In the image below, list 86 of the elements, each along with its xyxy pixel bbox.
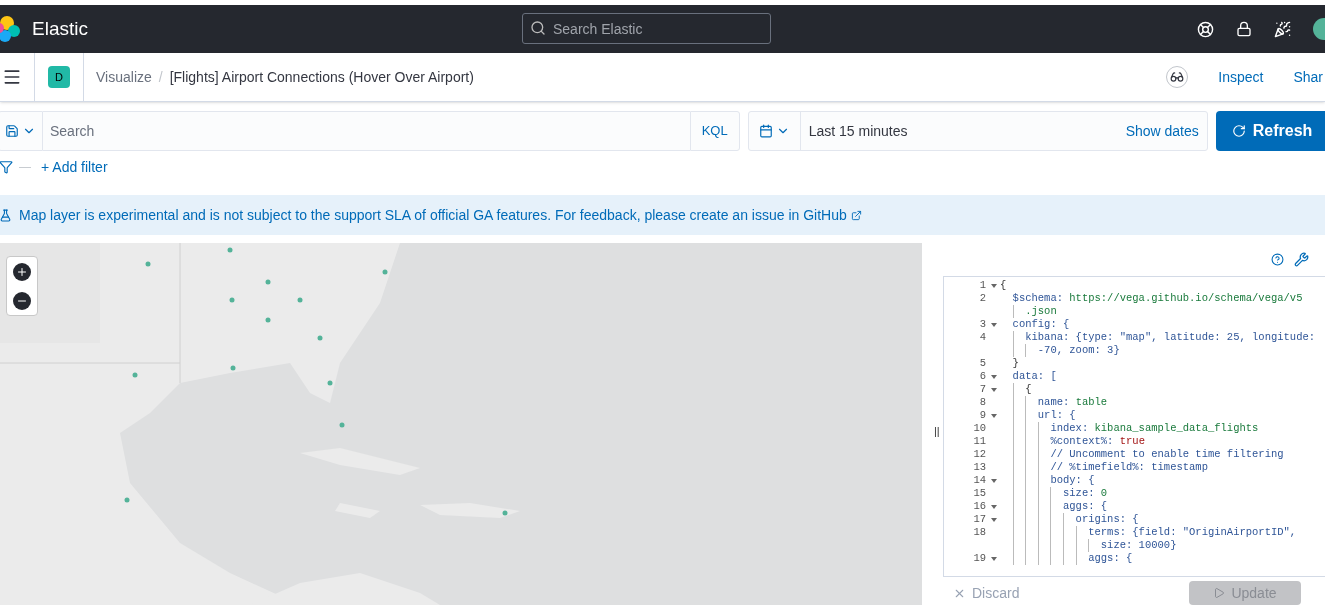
code-text: { — [1024, 383, 1032, 395]
code-text: terms: {field: "OriginAirportID", — [1087, 526, 1297, 538]
search-icon — [530, 20, 546, 36]
line-number: 14 — [973, 474, 986, 487]
resize-handle[interactable]: || — [934, 423, 940, 440]
line-number: 19 — [973, 552, 986, 565]
code-editor[interactable] — [943, 276, 1325, 577]
show-dates-link[interactable]: Show dates — [1125, 120, 1199, 142]
breadcrumb-item[interactable]: Visualize — [96, 66, 152, 88]
breadcrumb-separator: / — [158, 67, 163, 87]
filter-separator: — — [19, 159, 31, 176]
code-text: $schema: https://vega.github.io/schema/vega/v5 — [1011, 292, 1303, 304]
filter-icon[interactable] — [0, 160, 13, 174]
line-number: 2 — [979, 292, 986, 305]
lock-icon[interactable] — [1236, 21, 1252, 37]
space-avatar[interactable]: D — [48, 66, 70, 88]
code-text: aggs: { — [1062, 500, 1108, 512]
callout-text: Map layer is experimental and is not subject to the support SLA of official GA features. For feedback, please create an issue in GitHub — [19, 205, 847, 225]
search-input[interactable]: Search — [43, 111, 690, 151]
line-number: 11 — [973, 435, 986, 448]
add-filter-button[interactable]: + Add filter — [41, 156, 108, 178]
code-text: -70, zoom: 3} — [1036, 344, 1120, 356]
code-text: config: { — [1011, 318, 1070, 330]
code-text: } — [1011, 357, 1019, 369]
fold-caret-icon[interactable] — [991, 478, 997, 483]
menu-link[interactable]: Shar — [1293, 66, 1323, 88]
zoom-in-button[interactable] — [13, 262, 31, 281]
code-text: body: { — [1049, 474, 1095, 486]
refresh-icon — [1231, 124, 1246, 138]
time-range[interactable]: Last 15 minutes — [800, 120, 916, 142]
line-number: 8 — [979, 396, 986, 409]
menu-link[interactable]: Inspect — [1218, 66, 1264, 88]
line-number: 17 — [973, 513, 986, 526]
newsfeed-icon[interactable] — [1274, 20, 1291, 38]
zoom-out-button[interactable] — [13, 291, 31, 310]
wrench-icon[interactable] — [1294, 252, 1309, 267]
save-icon — [5, 124, 19, 138]
external-link-icon[interactable] — [850, 209, 862, 221]
code-text: aggs: { — [1087, 552, 1133, 564]
brand-name[interactable]: Elastic — [32, 14, 88, 44]
code-text: size: 10000} — [1099, 539, 1177, 551]
saved-query-button[interactable] — [0, 111, 43, 151]
fold-caret-icon[interactable] — [991, 283, 997, 288]
menu-icon[interactable] — [2, 67, 22, 87]
logo-icon — [0, 14, 22, 44]
line-number: 1 — [979, 279, 986, 292]
refresh-button[interactable]: Refresh — [1215, 111, 1325, 151]
fold-caret-icon[interactable] — [991, 387, 997, 392]
code-text: url: { — [1036, 409, 1076, 421]
line-number: 10 — [973, 422, 986, 435]
play-icon — [1213, 587, 1226, 599]
line-number: 15 — [973, 487, 986, 500]
language-button[interactable]: KQL — [689, 111, 740, 151]
line-number: 9 — [979, 409, 986, 422]
code-text: name: table — [1036, 396, 1108, 408]
code-text: .json — [1024, 305, 1057, 317]
fold-caret-icon[interactable] — [991, 322, 997, 327]
line-number: 3 — [979, 318, 986, 331]
fold-caret-icon[interactable] — [991, 517, 997, 522]
breadcrumb-item: [Flights] Airport Connections (Hover Over Airport) — [169, 67, 474, 87]
line-number: 4 — [979, 331, 986, 344]
code-text: kibana: {type: "map", latitude: 25, longitude: — [1024, 331, 1316, 343]
line-number: 12 — [973, 448, 986, 461]
code-text: data: [ — [1011, 370, 1057, 382]
code-text: // Uncomment to enable time filtering — [1049, 448, 1284, 460]
plus-icon — [16, 265, 28, 278]
line-number: 6 — [979, 370, 986, 383]
fold-caret-icon[interactable] — [991, 556, 997, 561]
line-number: 13 — [973, 461, 986, 474]
code-text: { — [1000, 279, 1007, 291]
line-number: 16 — [973, 500, 986, 513]
line-number: 18 — [973, 526, 986, 539]
code-text: %context%: true — [1049, 435, 1145, 447]
line-number: 5 — [979, 357, 986, 370]
code-text: index: kibana_sample_data_flights — [1049, 422, 1259, 434]
flask-icon — [0, 208, 12, 222]
line-number: 7 — [979, 383, 986, 396]
fold-caret-icon[interactable] — [991, 413, 997, 418]
fold-caret-icon[interactable] — [991, 374, 997, 379]
search-field[interactable]: Search Elastic — [522, 13, 771, 44]
calendar-icon — [758, 124, 773, 138]
fold-caret-icon[interactable] — [991, 504, 997, 509]
glasses-icon — [1170, 70, 1185, 84]
code-text: // %timefield%: timestamp — [1049, 461, 1208, 473]
code-text: size: 0 — [1062, 487, 1108, 499]
code-text: origins: { — [1074, 513, 1139, 525]
